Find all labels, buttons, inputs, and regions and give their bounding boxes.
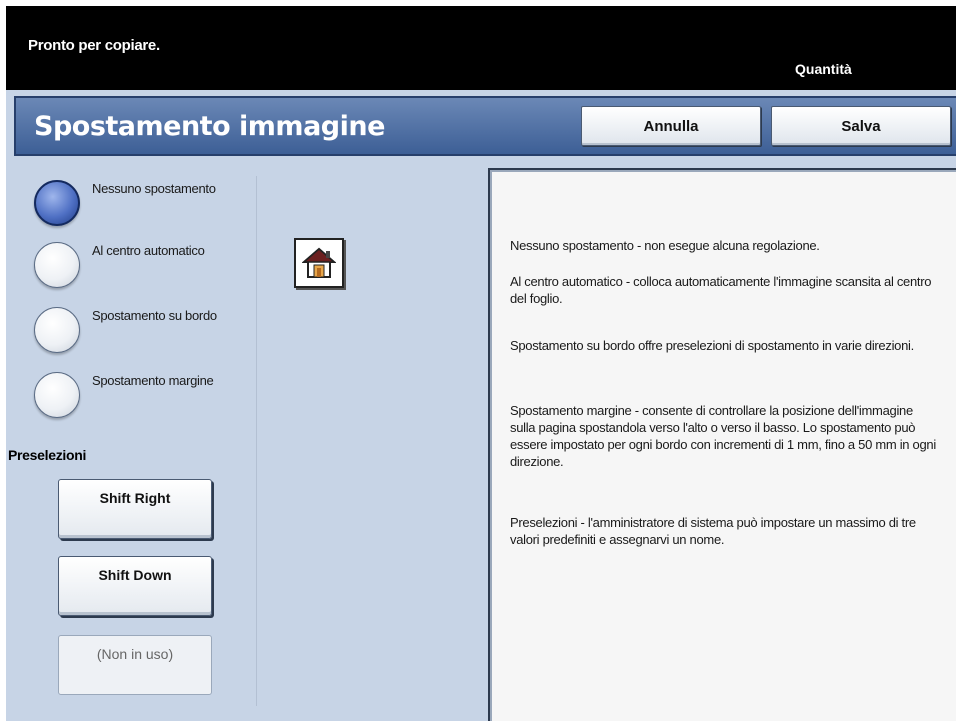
radio-icon[interactable] [34,307,80,353]
option-margin-shift[interactable]: Spostamento margine [34,370,244,430]
info-panel: Nessuno spostamento - non esegue alcuna … [488,168,956,721]
option-label: Spostamento su bordo [92,308,217,323]
preset-shift-down-button[interactable]: Shift Down [58,556,212,616]
panel-divider [256,176,257,706]
option-label: Spostamento margine [92,373,214,388]
page-title: Spostamento immagine [34,111,385,142]
save-button[interactable]: Salva [771,106,951,146]
radio-icon[interactable] [34,242,80,288]
info-edge-shift: Spostamento su bordo offre preselezioni … [510,338,914,353]
presets-label: Preselezioni [8,447,87,463]
option-auto-center[interactable]: Al centro automatico [34,240,244,300]
option-edge-shift[interactable]: Spostamento su bordo [34,305,244,365]
home-icon [302,247,336,278]
preset-shift-right-button[interactable]: Shift Right [58,479,212,539]
radio-selected-icon[interactable] [34,180,80,226]
cancel-button[interactable]: Annulla [581,106,761,146]
option-label: Al centro automatico [92,243,205,258]
radio-icon[interactable] [34,372,80,418]
status-message: Pronto per copiare. [28,37,160,54]
status-bar: Pronto per copiare. Quantità [6,6,956,90]
info-margin-shift: Spostamento margine - consente di contro… [510,403,936,469]
info-presets: Preselezioni - l'amministratore di siste… [510,515,916,547]
home-position-button[interactable] [294,238,344,288]
info-no-shift: Nessuno spostamento - non esegue alcuna … [510,238,820,253]
header-bar: Spostamento immagine Annulla Salva [14,96,956,156]
option-no-shift[interactable]: Nessuno spostamento [34,178,244,238]
info-auto-center: Al centro automatico - colloca automatic… [510,274,932,306]
preset-unused-button[interactable]: (Non in uso) [58,635,212,695]
quantity-label: Quantità [795,61,852,77]
copier-screen: Pronto per copiare. Quantità Spostamento… [6,6,956,721]
option-label: Nessuno spostamento [92,181,216,196]
